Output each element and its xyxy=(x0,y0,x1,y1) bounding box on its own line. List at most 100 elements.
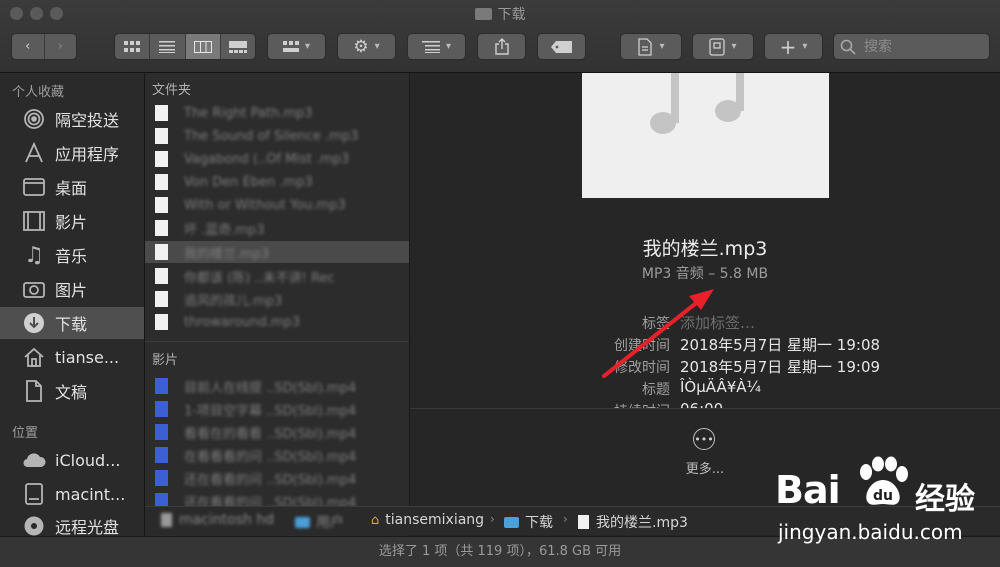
sidebar-item-applications[interactable]: 应用程序 xyxy=(0,137,144,169)
remote-disc-icon xyxy=(22,515,46,537)
list-item[interactable]: 你都该 (陈) ..未不讲! Rec xyxy=(145,265,409,287)
forward-button[interactable]: › xyxy=(45,34,77,59)
documents-icon xyxy=(22,380,46,402)
back-button[interactable]: ‹ xyxy=(12,34,45,59)
group-button[interactable]: ▾ xyxy=(267,33,326,60)
icon-view-button[interactable] xyxy=(115,34,151,59)
column-header: 影片 xyxy=(152,353,179,368)
paw-logo-icon: du xyxy=(860,456,908,505)
sidebar-item-documents[interactable]: 文稿 xyxy=(0,375,144,407)
share-button[interactable] xyxy=(477,33,526,60)
list-item[interactable]: 在看看看的问 ..SD(Sbl).mp4 xyxy=(145,444,409,466)
list-item[interactable]: 还在看看的问 ..SD(Sbl).mp4 xyxy=(145,467,409,489)
search-input[interactable] xyxy=(862,37,986,56)
sidebar-item-desktop[interactable]: 桌面 xyxy=(0,171,144,203)
chevron-down-icon: ▾ xyxy=(731,41,737,52)
sidebar-item-home[interactable]: tianse... xyxy=(0,341,144,373)
list-item[interactable]: throwaround.mp3 xyxy=(145,311,409,333)
meta-value: 2018年5月7日 星期一 19:08 xyxy=(680,336,881,354)
breadcrumb-disk[interactable]: macintosh hd xyxy=(161,512,274,528)
action-button[interactable]: ⚙ ▾ xyxy=(337,33,396,60)
navigation-buttons: ‹ › xyxy=(11,33,77,60)
album-art xyxy=(582,73,829,198)
tag-button[interactable] xyxy=(537,33,586,60)
new-document-icon xyxy=(638,37,653,56)
divider xyxy=(410,408,1000,409)
folder-icon xyxy=(504,516,519,528)
meta-key: 标题 xyxy=(642,382,670,398)
meta-value: 06:00 xyxy=(680,400,723,408)
grid-icon xyxy=(124,40,141,52)
list-item[interactable]: The Right Path.mp3 xyxy=(145,102,409,124)
new-document-button[interactable]: ▾ xyxy=(620,33,682,60)
finder-window: 下载 ‹ › ▾ ⚙ ▾ ▾ ▾ ▾ + ▾ 搜索 个人收藏 隔空投送 应用程序… xyxy=(0,0,1000,567)
audio-file-icon xyxy=(155,128,168,144)
sidebar-item-airdrop[interactable]: 隔空投送 xyxy=(0,103,144,135)
breadcrumb-downloads[interactable]: 下载 xyxy=(504,512,553,532)
home-icon: ⌂ xyxy=(371,512,380,528)
sidebar-item-downloads[interactable]: 下载 xyxy=(0,307,144,339)
video-file-icon xyxy=(155,424,168,440)
list-view-button[interactable] xyxy=(150,34,186,59)
breadcrumb-home[interactable]: ⌂ tiansemixiang xyxy=(371,512,484,528)
list-item[interactable]: 1-项目空字幕 ..SD(Sbl).mp4 xyxy=(145,398,409,420)
sidebar-item-music[interactable]: ♫ 音乐 xyxy=(0,239,144,271)
sidebar: 个人收藏 隔空投送 应用程序 桌面 影片 ♫ 音乐 图片 下载 tianse..… xyxy=(0,73,145,537)
breadcrumb-file[interactable]: 我的楼兰.mp3 xyxy=(578,512,688,532)
sidebar-item-movies[interactable]: 影片 xyxy=(0,205,144,237)
sidebar-item-label: 应用程序 xyxy=(55,145,120,164)
list-item[interactable]: 看看在的看看 ..SD(Sbl).mp4 xyxy=(145,421,409,443)
list-item[interactable]: 目前人在线提 ..SD(Sbl).mp4 xyxy=(145,375,409,397)
pictures-icon xyxy=(22,278,46,300)
chevron-down-icon: ▾ xyxy=(445,41,452,52)
icloud-icon xyxy=(22,449,46,471)
gallery-icon xyxy=(228,40,247,53)
chevron-right-icon: › xyxy=(563,512,568,526)
arrange-icon xyxy=(421,40,440,53)
sidebar-item-label: 图片 xyxy=(55,281,88,300)
gallery-view-button[interactable] xyxy=(221,34,255,59)
list-item[interactable]: 坏 .蓝奇.mp3 xyxy=(145,217,409,239)
downloads-icon xyxy=(22,312,46,334)
watermark-url: jingyan.baidu.com xyxy=(778,520,963,544)
more-button[interactable]: ••• xyxy=(693,428,715,450)
list-item[interactable]: 追风的孩儿.mp3 xyxy=(145,288,409,310)
music-icon: ♫ xyxy=(24,242,44,268)
music-note-icon xyxy=(650,73,744,134)
list-item[interactable]: With or Without You.mp3 xyxy=(145,194,409,216)
folder-icon xyxy=(474,8,492,20)
column-header: 文件夹 xyxy=(152,83,192,98)
add-tags-field[interactable]: 添加标签… xyxy=(680,312,755,333)
watermark-logo-text: Bai xyxy=(775,468,841,512)
video-file-icon xyxy=(155,470,168,486)
search-icon xyxy=(840,39,856,55)
movies-icon xyxy=(22,210,46,232)
list-item[interactable]: Vagabond (..Of Mist .mp3 xyxy=(145,148,409,170)
column-view-button[interactable] xyxy=(185,34,221,59)
list-item[interactable]: Von Den Eben .mp3 xyxy=(145,171,409,193)
audio-file-icon xyxy=(578,515,589,529)
home-icon xyxy=(22,346,46,368)
storage-button[interactable]: ▾ xyxy=(692,33,754,60)
window-title: 下载 xyxy=(0,4,1000,24)
list-icon xyxy=(159,40,176,53)
tag-icon xyxy=(550,40,572,53)
search-field[interactable] xyxy=(833,33,990,60)
watermark-suffix: 经验 xyxy=(915,482,975,517)
sidebar-item-pictures[interactable]: 图片 xyxy=(0,273,144,305)
list-item[interactable]: The Sound of Silence .mp3 xyxy=(145,125,409,147)
sidebar-item-icloud[interactable]: iCloud... xyxy=(0,444,144,476)
chevron-down-icon: ▾ xyxy=(374,41,380,52)
sidebar-item-macintosh[interactable]: macint... xyxy=(0,478,144,510)
audio-file-icon xyxy=(155,291,168,307)
audio-file-icon xyxy=(155,244,168,260)
list-item-selected[interactable]: 我的楼兰.mp3 xyxy=(145,241,409,263)
add-button[interactable]: + ▾ xyxy=(764,33,823,60)
arrange-button[interactable]: ▾ xyxy=(407,33,466,60)
gear-icon: ⚙ xyxy=(353,36,369,57)
sidebar-item-label: 文稿 xyxy=(55,383,88,402)
audio-file-icon xyxy=(155,220,168,236)
breadcrumb-users[interactable]: 用户 xyxy=(295,512,344,532)
audio-file-icon xyxy=(155,151,168,167)
archive-icon xyxy=(709,37,726,56)
